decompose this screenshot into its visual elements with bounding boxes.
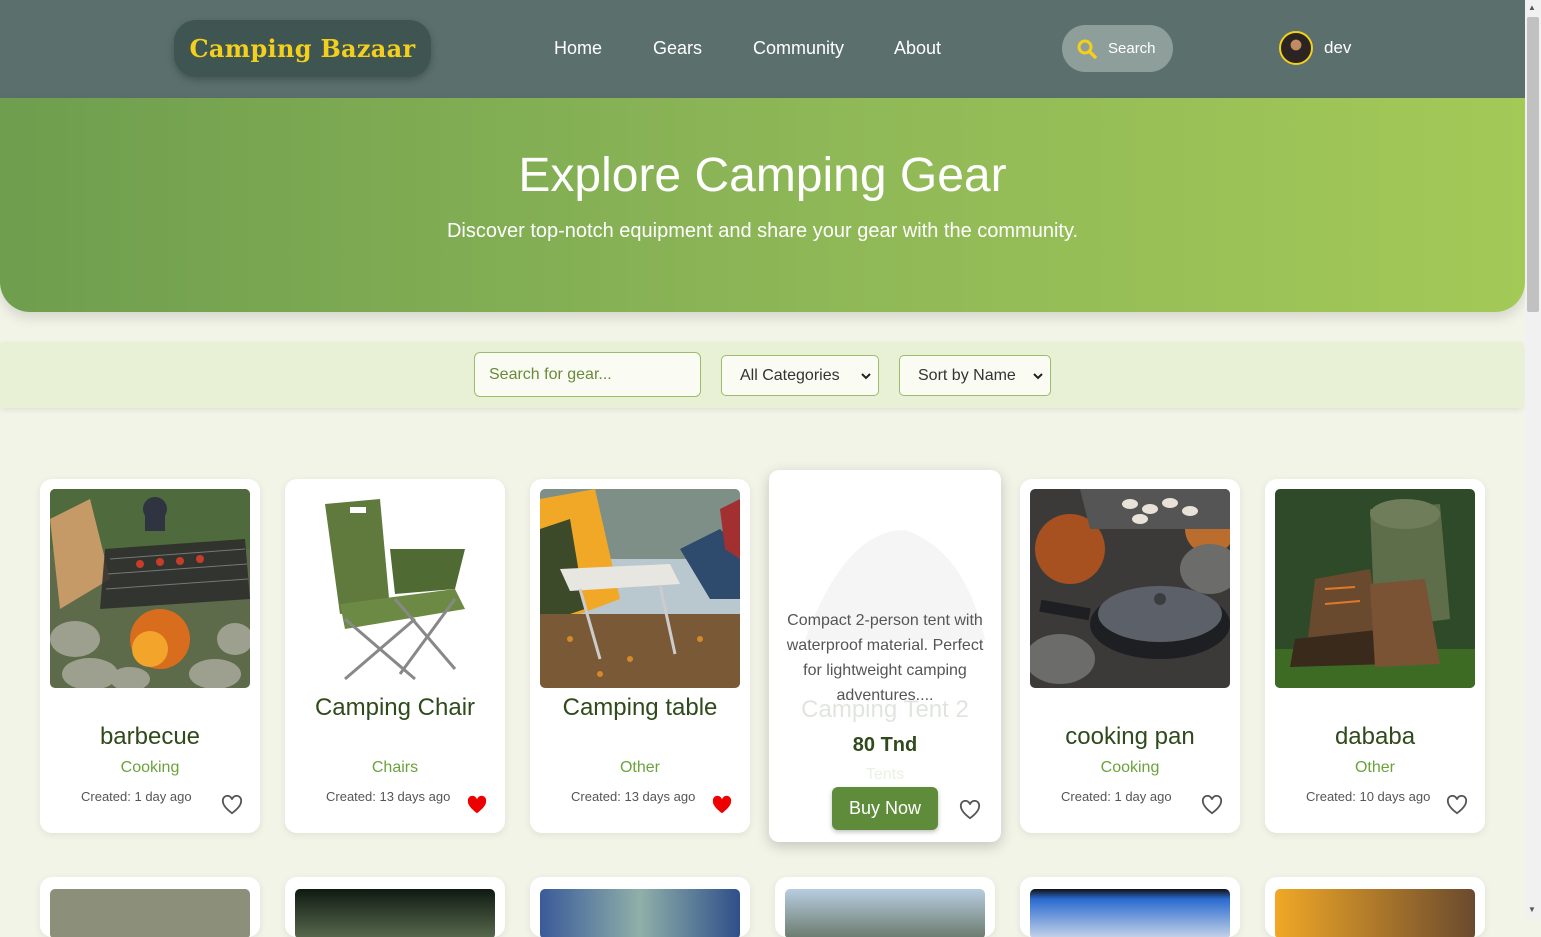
category-select-value: All Categories [740,367,840,384]
search-button-label: Search [1108,40,1156,57]
gear-card[interactable] [40,877,260,937]
gear-search-input[interactable] [474,352,701,397]
gear-card[interactable]: Camping Chair Chairs Created: 13 days ag… [285,479,505,833]
gear-description: Compact 2-person tent with waterproof ma… [786,612,984,704]
gear-image[interactable] [1275,889,1475,937]
gear-card[interactable]: cooking pan Cooking Created: 1 day ago [1020,479,1240,833]
gear-card-hovered[interactable]: Compact 2-person tent with waterproof ma… [769,470,1001,842]
gear-name[interactable]: cooking pan [1030,722,1230,751]
gear-created-date: Created: 13 days ago [326,789,451,804]
gear-category: Tents [865,766,905,783]
gear-category: Cooking [120,759,180,776]
nav-link-community[interactable]: Community [753,38,844,59]
nav-link-home[interactable]: Home [554,38,602,59]
gear-category: Other [619,759,660,776]
heart-outline-icon[interactable] [959,799,981,825]
search-icon [1076,38,1098,64]
hero-banner: Explore Camping Gear Discover top-notch … [0,98,1525,312]
category-select[interactable]: All Categories [721,355,879,396]
gear-name[interactable]: dababa [1275,722,1475,751]
gear-created-date: Created: 10 days ago [1306,789,1431,804]
gear-category: Cooking [1100,759,1160,776]
sort-select[interactable]: Sort by Name [899,355,1051,396]
gear-name[interactable]: barbecue [50,722,250,751]
gear-card[interactable] [1265,877,1485,937]
gear-created-date: Created: 1 day ago [81,789,192,804]
gear-image[interactable] [785,889,985,937]
gear-card[interactable] [1020,877,1240,937]
gear-card[interactable]: barbecue Cooking Created: 1 day ago [40,479,260,833]
username[interactable]: dev [1324,38,1351,58]
gear-image[interactable] [295,889,495,937]
gear-card[interactable] [775,877,995,937]
gear-card[interactable]: Camping table Other Created: 13 days ago [530,479,750,833]
gear-name[interactable]: Camping table [540,693,740,722]
nav-link-gears[interactable]: Gears [653,38,702,59]
gear-image-camping-chair[interactable] [295,489,495,688]
gear-name[interactable]: Camping Tent 2 [769,696,1001,724]
heart-filled-icon[interactable] [466,795,488,820]
gear-image-cooking-pan[interactable] [1030,489,1230,688]
gear-price: 80 Tnd [852,734,918,756]
gear-card[interactable]: dababa Other Created: 10 days ago [1265,479,1485,833]
gear-image[interactable] [50,889,250,937]
sort-select-value: Sort by Name [918,367,1016,384]
gear-name[interactable]: Camping Chair [295,693,495,722]
gear-image-dababa[interactable] [1275,489,1475,688]
gear-card[interactable] [530,877,750,937]
hero-title: Explore Camping Gear [518,149,1007,202]
site-logo[interactable]: Camping Bazaar [174,20,431,77]
nav-link-about[interactable]: About [894,38,941,59]
chevron-down-icon [860,367,872,390]
search-button[interactable]: Search [1062,25,1173,72]
buy-now-button[interactable]: Buy Now [832,787,938,830]
scrollbar-thumb[interactable] [1527,17,1539,312]
gear-category: Other [1354,759,1395,776]
gear-image[interactable] [540,889,740,937]
heart-outline-icon[interactable] [1446,794,1468,820]
scroll-up-arrow-icon[interactable]: ▲ [1528,3,1536,12]
filter-bar: All Categories Sort by Name [0,342,1523,408]
chevron-down-icon [1032,367,1044,390]
gear-created-date: Created: 1 day ago [1061,789,1172,804]
gear-category: Chairs [371,759,419,776]
gear-created-date: Created: 13 days ago [571,789,696,804]
navbar: Camping Bazaar Home Gears Community Abou… [0,0,1525,98]
gear-card[interactable] [285,877,505,937]
heart-outline-icon[interactable] [1201,794,1223,820]
user-avatar[interactable] [1279,31,1313,65]
gear-image[interactable] [1030,889,1230,937]
gear-image-barbecue[interactable] [50,489,250,688]
heart-filled-icon[interactable] [711,795,733,820]
gear-image-camping-table[interactable] [540,489,740,688]
hero-subtitle: Discover top-notch equipment and share y… [446,220,1079,242]
heart-outline-icon[interactable] [221,794,243,820]
scroll-down-arrow-icon[interactable]: ▼ [1528,905,1536,914]
